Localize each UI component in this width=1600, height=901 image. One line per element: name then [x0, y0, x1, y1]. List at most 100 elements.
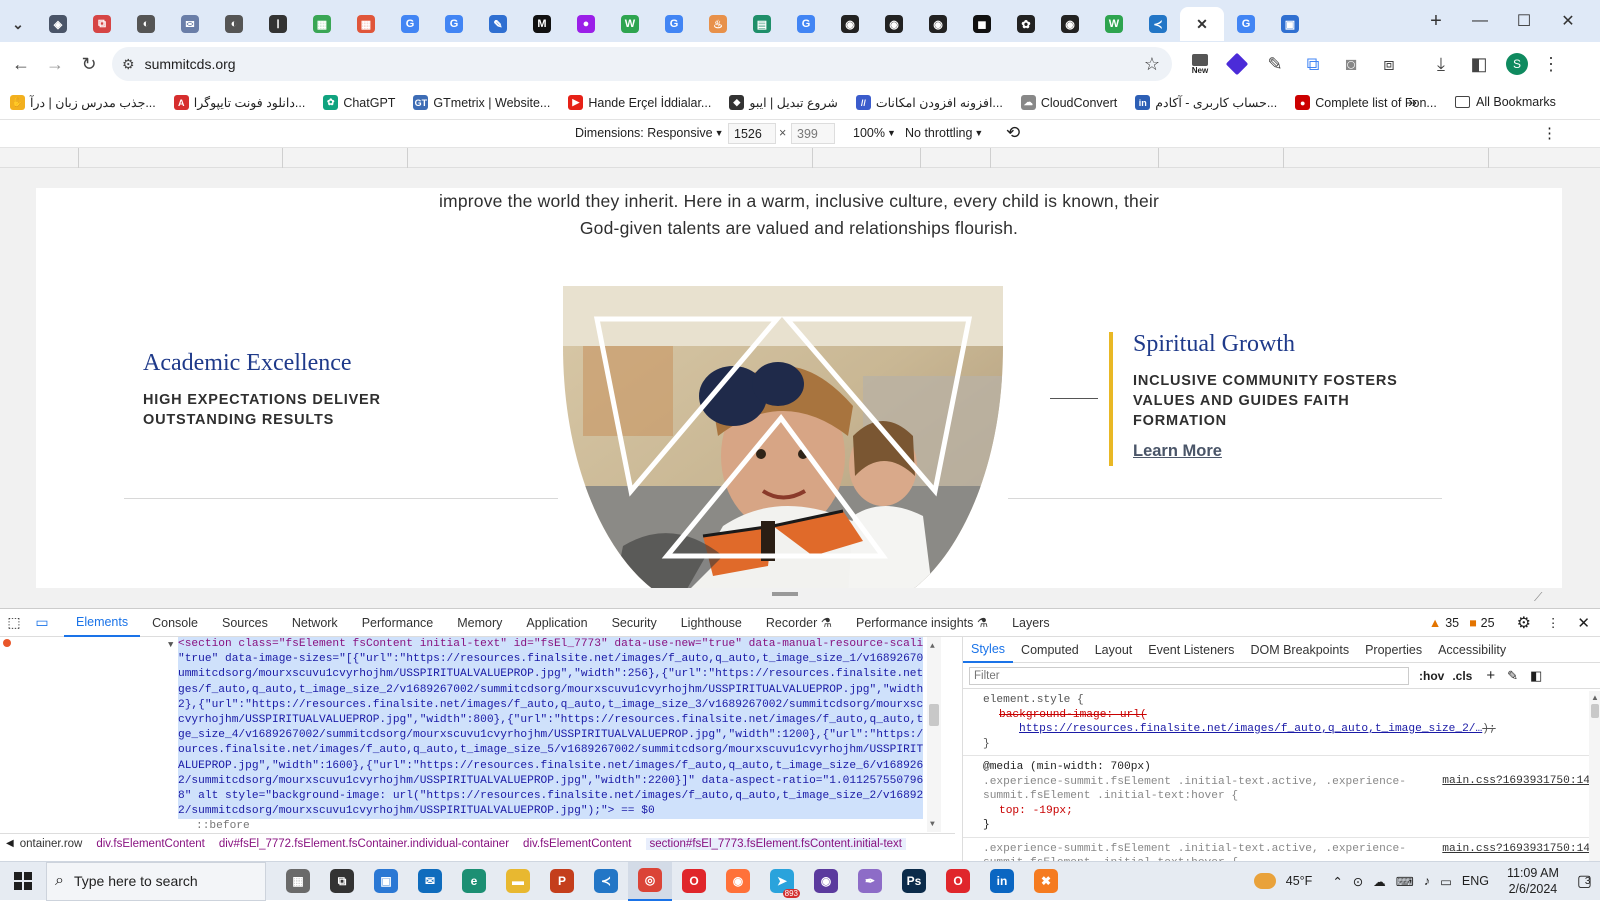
minimize-button[interactable]: — [1458, 12, 1502, 30]
elements-scrollbar[interactable]: ▲ ▼ [927, 637, 941, 832]
devtools-tab[interactable]: Security [600, 609, 669, 637]
devtools-tab[interactable]: Performance insights ⚗ [844, 609, 1000, 637]
browser-tab[interactable]: W [608, 7, 652, 41]
taskbar-app[interactable]: ➤ 893 [760, 862, 804, 901]
background-url-link[interactable]: https://resources.finalsite.net/images/f… [1019, 723, 1482, 735]
dom-line[interactable]: 2},{"url":"https://resources.finalsite.n… [178, 697, 923, 714]
device-toggle-icon[interactable]: ▭ [28, 614, 56, 631]
browser-tab[interactable]: ▤ [740, 7, 784, 41]
devtools-close-icon[interactable]: ✕ [1577, 614, 1590, 632]
url-text[interactable]: summitcds.org [145, 56, 236, 72]
inspect-element-icon[interactable]: ⬚ [0, 614, 28, 631]
browser-tab[interactable]: ● [564, 7, 608, 41]
address-bar[interactable]: ⚙ summitcds.org ☆ [112, 47, 1172, 81]
browser-tab[interactable]: ≺ [1136, 7, 1180, 41]
styles-subtab[interactable]: Properties [1357, 643, 1430, 657]
extensions-icon[interactable]: ⧈ [1372, 47, 1406, 81]
notifications-icon[interactable]: ▢ 3 [1577, 871, 1592, 891]
styles-subtab[interactable]: Layout [1087, 643, 1141, 657]
elements-dom-tree[interactable]: ▼ <section class="fsElement fsContent in… [0, 637, 955, 842]
taskbar-search-box[interactable]: ⌕ Type here to search [46, 861, 266, 901]
bookmark-star-icon[interactable]: ☆ [1144, 54, 1160, 75]
dom-line[interactable]: "true" data-image-sizes="[{"url":"https:… [178, 652, 923, 668]
dom-line[interactable]: ALUEPROP.jpg","width":1600},{"url":"http… [178, 758, 923, 774]
tab-search-button[interactable]: ⌄ [0, 7, 36, 41]
bookmark-item[interactable]: ☁ CloudConvert [1020, 95, 1117, 110]
browser-tab[interactable]: ✕ [1180, 7, 1224, 41]
dom-line[interactable]: ummitcdsorg/mourxscuvu1cvyrhojhm/USSPIRI… [178, 667, 923, 683]
breadcrumb-item[interactable]: ontainer.row [20, 838, 83, 850]
browser-tab[interactable]: G [1224, 7, 1268, 41]
rotate-icon[interactable]: ⟲ [1006, 123, 1020, 143]
devtools-tab[interactable]: Lighthouse [669, 609, 754, 637]
styles-subtab[interactable]: Accessibility [1430, 643, 1514, 657]
taskbar-app[interactable]: e [452, 862, 496, 901]
taskbar-app[interactable]: ✉ [408, 862, 452, 901]
devtools-menu-icon[interactable]: ⋮ [1547, 615, 1560, 630]
rule2-source-link[interactable]: main.css?1693931750:14 [1442, 842, 1590, 857]
hover-state-toggle[interactable]: :hov [1419, 669, 1444, 683]
maximize-button[interactable]: ☐ [1502, 11, 1546, 31]
dom-line[interactable]: 2/summitcdsorg/mourxscuvu1cvyrhojhm/USSP… [178, 804, 923, 820]
browser-tab[interactable]: ✉ [168, 7, 212, 41]
browser-tab[interactable]: ◉ [916, 7, 960, 41]
viewport-resize-handle-bottom[interactable] [772, 592, 798, 596]
taskbar-app[interactable]: ◉ [804, 862, 848, 901]
warning-icon[interactable]: ▲ [1429, 616, 1441, 630]
viewport-resize-corner[interactable]: ⟋ [1534, 590, 1542, 605]
bookmark-item[interactable]: GT GTmetrix | Website... [413, 95, 550, 110]
ime-icon[interactable]: ⌨ [1396, 874, 1414, 889]
devtools-settings-icon[interactable]: ⚙ [1517, 613, 1531, 633]
display-icon[interactable]: ▭ [1440, 874, 1452, 889]
rule1-property[interactable]: top: -19px; [999, 805, 1073, 817]
extension-cube-icon[interactable] [1220, 47, 1254, 81]
breadcrumb-item[interactable]: section#fsEl_7773.fsElement.fsContent.in… [645, 837, 906, 850]
new-rule-icon[interactable]: + [1486, 667, 1495, 684]
sidebar-toggle-icon[interactable]: ◧ [1530, 668, 1542, 684]
dom-line[interactable]: ources.finalsite.net/images/f_auto,q_aut… [178, 743, 923, 759]
translate-icon[interactable]: ⧉ [1296, 47, 1330, 81]
taskbar-app[interactable]: O [936, 862, 980, 901]
taskbar-app[interactable]: ✖ [1024, 862, 1068, 901]
taskbar-app[interactable]: ▬ [496, 862, 540, 901]
browser-tab[interactable]: G [784, 7, 828, 41]
height-input[interactable]: 399 [791, 123, 835, 144]
device-options-icon[interactable]: ⋮ [1542, 124, 1557, 142]
bookmark-item[interactable]: ✿ ChatGPT [323, 95, 395, 110]
styles-scrollbar[interactable]: ▲ [1589, 691, 1600, 861]
browser-tab[interactable]: ♨ [696, 7, 740, 41]
dom-line[interactable]: <section class="fsElement fsContent init… [178, 637, 923, 653]
breadcrumb-item[interactable]: div.fsElementContent [96, 838, 204, 850]
profile-avatar[interactable]: S [1506, 53, 1528, 75]
taskbar-app[interactable]: in [980, 862, 1024, 901]
devtools-tab[interactable]: Console [140, 609, 210, 637]
browser-tab[interactable]: ا [256, 7, 300, 41]
camera-icon[interactable]: ◙ [1334, 47, 1368, 81]
start-button[interactable] [0, 862, 46, 901]
taskbar-app[interactable]: ⧉ [320, 862, 364, 901]
taskbar-app[interactable]: ◉ [716, 862, 760, 901]
dom-line[interactable]: ge_size_4/v1689267002/summitcdsorg/mourx… [178, 728, 923, 744]
bookmark-item[interactable]: in حساب کاربری - آکادم... [1135, 95, 1277, 110]
taskbar-app[interactable]: ≺ [584, 862, 628, 901]
dom-line[interactable]: 8" alt style="background-image: url("htt… [178, 789, 923, 805]
devtools-tab[interactable]: Performance [350, 609, 446, 637]
taskbar-app[interactable]: ◎ [628, 861, 672, 901]
eyedropper-icon[interactable]: ✎ [1258, 47, 1292, 81]
taskbar-app[interactable]: O [672, 862, 716, 901]
taskbar-app[interactable]: ▦ [276, 862, 320, 901]
browser-tab[interactable]: ◐ [124, 7, 168, 41]
browser-tab[interactable]: ✎ [476, 7, 520, 41]
styles-subtab[interactable]: DOM Breakpoints [1242, 643, 1357, 657]
styles-subtab[interactable]: Computed [1013, 643, 1087, 657]
network-icon[interactable]: ⊙ [1353, 874, 1363, 889]
dom-line[interactable]: cvyrhojhm/USSPIRITUALVALUEPROP.jpg","wid… [178, 713, 923, 729]
browser-tab[interactable]: ◈ [36, 7, 80, 41]
new-tab-button[interactable]: + [1414, 10, 1458, 33]
browser-tab[interactable]: ◐ [212, 7, 256, 41]
browser-tab[interactable]: W [1092, 7, 1136, 41]
browser-tab[interactable]: ▦ [300, 7, 344, 41]
temperature[interactable]: 45°F [1286, 874, 1313, 888]
class-toggle[interactable]: .cls [1452, 669, 1472, 683]
clock[interactable]: 11:09 AM 2/6/2024 [1507, 865, 1559, 897]
